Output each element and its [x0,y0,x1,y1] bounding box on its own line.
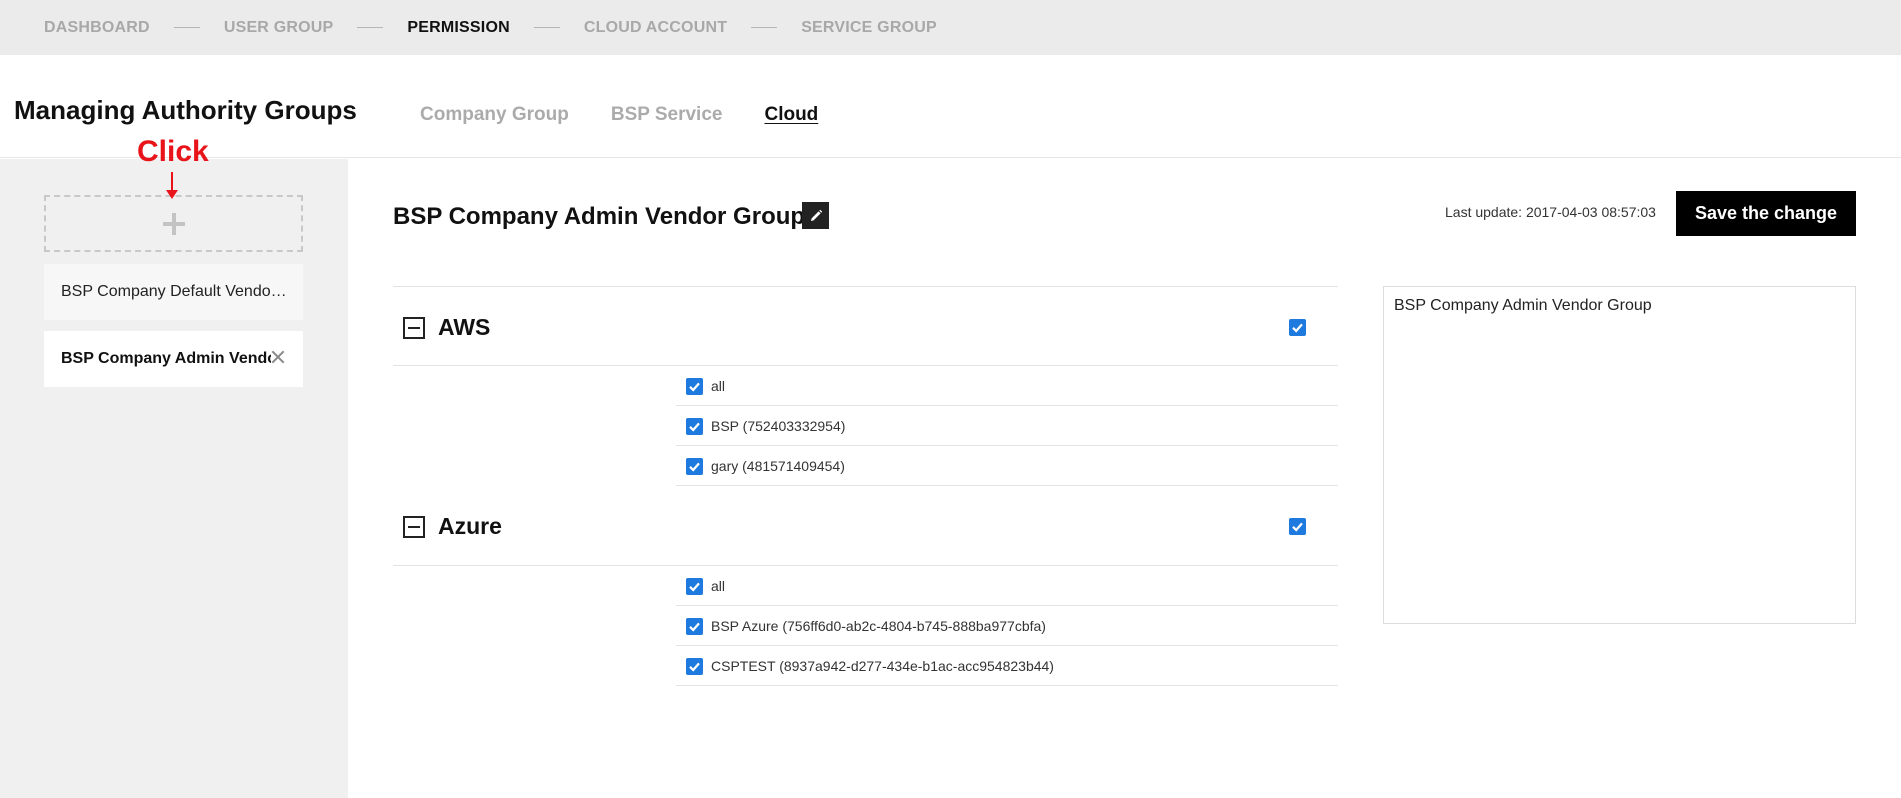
arrow-head-icon [166,190,178,199]
list-item: all [676,366,1338,406]
close-icon[interactable] [269,348,287,366]
section-name: Azure [438,513,502,539]
item-label: CSPTEST (8937a942-d277-434e-b1ac-acc9548… [711,658,1054,674]
checkmark-icon [689,382,700,392]
add-group-button[interactable] [44,195,303,252]
item-label: all [711,578,726,594]
section-checkbox-aws[interactable] [1289,319,1306,336]
item-label: gary (481571409454) [711,458,845,474]
item-label: BSP (752403332954) [711,418,846,434]
pencil-icon [810,209,822,221]
plus-icon [162,212,185,235]
description-textarea[interactable]: BSP Company Admin Vendor Group [1383,286,1856,624]
checkmark-icon [689,462,700,472]
category-tabs: Company Group BSP Service Cloud [420,104,818,126]
checkmark-icon [1292,522,1303,532]
section-name: AWS [438,314,491,340]
list-item: BSP (752403332954) [676,406,1338,446]
item-label: all [711,378,726,394]
checkmark-icon [689,662,700,672]
checkbox[interactable] [686,418,703,435]
sidebar-item-label: BSP Company Default Vendor Group [61,283,287,300]
tab-cloud[interactable]: Cloud [764,104,818,126]
edit-title-button[interactable] [802,202,829,229]
sidebar-item-label: BSP Company Admin Vendor Group [61,350,271,367]
step-separator [533,27,560,28]
checkbox[interactable] [686,658,703,675]
section-header-azure: Azure [393,486,1338,566]
checkbox[interactable] [686,618,703,635]
checkmark-icon [689,582,700,592]
save-button[interactable]: Save the change [1676,191,1856,236]
page-title: Managing Authority Groups [14,95,357,125]
arrow-down-icon [171,172,173,192]
group-sidebar [0,159,348,798]
step-cloud-account[interactable]: CLOUD ACCOUNT [584,19,727,37]
sidebar-item-default-vendor-group[interactable]: BSP Company Default Vendor Group [44,264,303,320]
permission-list: AWS all BSP (752403332954) gary (4815714… [393,286,1338,686]
checkbox[interactable] [686,378,703,395]
list-item: all [676,566,1338,606]
step-separator [173,27,200,28]
checkmark-icon [689,422,700,432]
step-separator [751,27,778,28]
group-title: BSP Company Admin Vendor Group [393,203,806,230]
step-service-group[interactable]: SERVICE GROUP [801,19,937,37]
checkbox[interactable] [686,578,703,595]
click-annotation: Click [137,135,209,168]
collapse-icon[interactable] [403,317,425,339]
tab-bsp-service[interactable]: BSP Service [611,104,723,126]
step-user-group[interactable]: USER GROUP [224,19,334,37]
step-navigation: DASHBOARD USER GROUP PERMISSION CLOUD AC… [0,0,1901,55]
sidebar-item-admin-vendor-group[interactable]: BSP Company Admin Vendor Group [44,331,303,387]
list-item: gary (481571409454) [676,446,1338,486]
section-checkbox-azure[interactable] [1289,518,1306,535]
step-dashboard[interactable]: DASHBOARD [44,19,150,37]
checkbox[interactable] [686,458,703,475]
step-permission[interactable]: PERMISSION [407,19,509,37]
checkmark-icon [1292,323,1303,333]
checkmark-icon [689,622,700,632]
page-header: Managing Authority Groups Company Group … [0,55,1901,158]
list-item: CSPTEST (8937a942-d277-434e-b1ac-acc9548… [676,646,1338,686]
last-update-text: Last update: 2017-04-03 08:57:03 [1445,204,1656,220]
tab-company-group[interactable]: Company Group [420,104,569,126]
collapse-icon[interactable] [403,516,425,538]
item-label: BSP Azure (756ff6d0-ab2c-4804-b745-888ba… [711,618,1046,634]
section-header-aws: AWS [393,286,1338,366]
list-item: BSP Azure (756ff6d0-ab2c-4804-b745-888ba… [676,606,1338,646]
step-separator [357,27,384,28]
